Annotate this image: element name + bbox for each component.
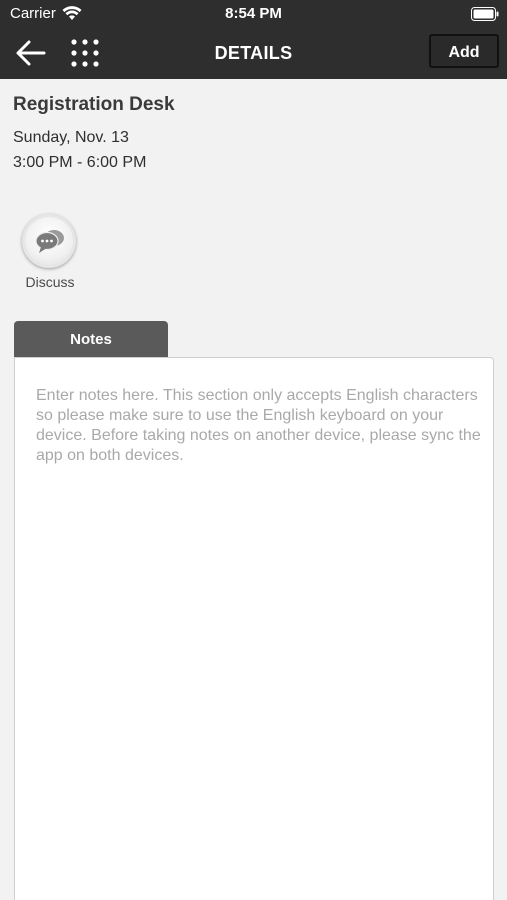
notes-placeholder: Enter notes here. This section only acce… — [36, 387, 481, 464]
battery-icon — [471, 7, 499, 21]
discuss-button[interactable]: Discuss — [18, 212, 82, 292]
details-screen: Carrier 8:54 PM DETAILS Add Registration… — [0, 0, 507, 900]
nav-bar: DETAILS Add — [0, 26, 507, 79]
status-bar: Carrier 8:54 PM — [0, 0, 507, 26]
tab-notes[interactable]: Notes — [14, 321, 168, 357]
discuss-label: Discuss — [25, 274, 75, 290]
discuss-circle[interactable] — [22, 214, 76, 268]
add-button[interactable]: Add — [429, 34, 499, 68]
status-time: 8:54 PM — [225, 5, 282, 22]
notes-textarea[interactable]: Enter notes here. This section only acce… — [14, 357, 494, 900]
event-time: 3:00 PM - 6:00 PM — [13, 154, 147, 171]
event-title: Registration Desk — [13, 94, 175, 115]
chat-bubbles-icon — [35, 230, 64, 253]
header: Carrier 8:54 PM DETAILS Add — [0, 0, 507, 79]
event-date: Sunday, Nov. 13 — [13, 129, 129, 146]
